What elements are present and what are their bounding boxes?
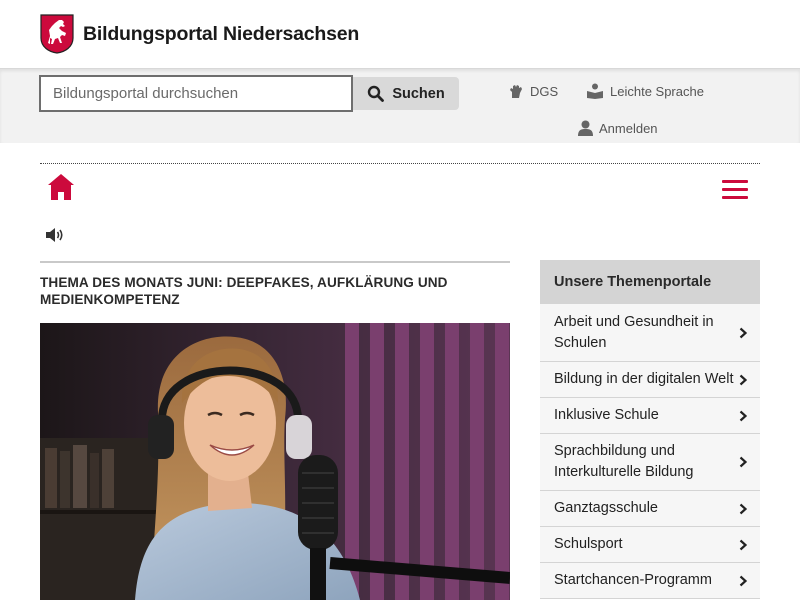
sidebar-item-label: Bildung in der digitalen Welt: [554, 371, 734, 387]
sidebar-item-label: Ganztagsschule: [554, 500, 658, 516]
nav-divider: [40, 163, 760, 164]
search-bar: Suchen DGS Leichte Sprache Anmelden: [0, 68, 800, 143]
dgs-label: DGS: [530, 83, 559, 99]
site-logo[interactable]: Bildungsportal Niedersachsen: [40, 14, 359, 54]
article-hero-image[interactable]: [40, 323, 510, 600]
sidebar-item-inklusive-schule[interactable]: Inklusive Schule: [540, 398, 760, 434]
chevron-right-icon: [739, 456, 747, 468]
search-button-label: Suchen: [392, 85, 445, 102]
sidebar-item-arbeit-gesundheit[interactable]: Arbeit und Gesundheit in Schulen: [540, 304, 760, 362]
article-title[interactable]: THEMA DES MONATS JUNI: DEEPFAKES, AUFKLÄ…: [40, 274, 500, 308]
login-label: Anmelden: [599, 120, 658, 136]
sidebar-item-label: Arbeit und Gesundheit in Schulen: [554, 313, 714, 351]
site-header: Bildungsportal Niedersachsen: [0, 0, 800, 68]
chevron-right-icon: [739, 503, 747, 514]
sidebar-item-label: Inklusive Schule: [554, 407, 659, 423]
sidebar-item-sprachbildung[interactable]: Sprachbildung und Interkulturelle Bildun…: [540, 434, 760, 491]
chevron-right-icon: [739, 575, 747, 586]
search-input[interactable]: [39, 75, 353, 112]
home-icon[interactable]: [46, 172, 76, 202]
sidebar-item-label: Schulsport: [554, 536, 623, 552]
leichte-sprache-link[interactable]: Leichte Sprache: [586, 83, 704, 99]
user-icon: [578, 120, 593, 136]
sidebar-item-label: Sprachbildung und Interkulturelle Bildun…: [554, 443, 694, 480]
themenportale-sidebar: Unsere Themenportale Arbeit und Gesundhe…: [540, 260, 760, 599]
chevron-right-icon: [739, 410, 747, 421]
podcast-studio-photo: [40, 323, 510, 600]
sidebar-item-ganztagsschule[interactable]: Ganztagsschule: [540, 491, 760, 527]
sign-language-hand-icon: [510, 85, 522, 98]
sidebar-item-schulsport[interactable]: Schulsport: [540, 527, 760, 563]
sidebar-item-startchancen[interactable]: Startchancen-Programm: [540, 563, 760, 599]
chevron-right-icon: [739, 539, 747, 550]
easy-language-reader-icon: [587, 83, 603, 99]
search-button[interactable]: Suchen: [353, 77, 459, 110]
sidebar-heading: Unsere Themenportale: [540, 260, 760, 304]
hamburger-menu-icon[interactable]: [722, 180, 750, 204]
leichte-sprache-label: Leichte Sprache: [610, 83, 704, 99]
niedersachsen-crest-icon: [40, 14, 74, 54]
search-icon: [368, 85, 385, 102]
login-link[interactable]: Anmelden: [578, 120, 658, 136]
article-divider: [40, 261, 510, 263]
dgs-link[interactable]: DGS: [508, 83, 558, 99]
sidebar-item-digitale-welt[interactable]: Bildung in der digitalen Welt: [540, 362, 760, 398]
speaker-icon[interactable]: [45, 227, 65, 243]
site-title: Bildungsportal Niedersachsen: [83, 22, 360, 45]
sidebar-item-label: Startchancen-Programm: [554, 572, 712, 588]
chevron-right-icon: [739, 327, 747, 338]
chevron-right-icon: [739, 374, 747, 385]
